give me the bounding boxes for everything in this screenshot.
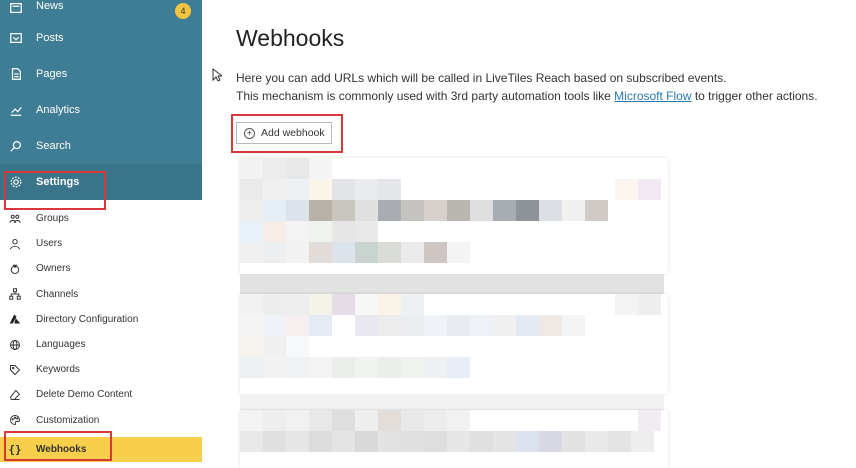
submenu-item-label: Delete Demo Content	[36, 389, 133, 401]
gear-icon	[8, 174, 24, 190]
globe-icon	[8, 338, 22, 352]
sidebar: News 4 Posts Pages Analytics Search Sett…	[0, 0, 202, 468]
analytics-icon	[8, 102, 24, 118]
card-separator	[240, 394, 664, 410]
webhook-card[interactable]	[240, 294, 668, 394]
news-count-badge: 4	[175, 3, 191, 19]
plus-circle-icon: +	[244, 127, 255, 139]
add-webhook-button[interactable]: + Add webhook	[236, 122, 332, 144]
submenu-item-webhooks[interactable]: {} Webhooks	[0, 436, 202, 462]
main-nav: News 4 Posts Pages Analytics Search Sett…	[0, 0, 202, 200]
eraser-icon	[8, 388, 22, 402]
nav-item-search[interactable]: Search	[0, 128, 202, 164]
webhook-card[interactable]	[240, 158, 668, 274]
page-description: Here you can add URLs which will be call…	[236, 69, 818, 105]
nav-item-settings[interactable]: Settings	[0, 164, 202, 200]
add-webhook-label: Add webhook	[261, 127, 325, 139]
submenu-item-label: Keywords	[36, 364, 80, 376]
webhook-card[interactable]	[240, 410, 668, 468]
nav-item-news[interactable]: News 4	[0, 0, 202, 20]
nav-item-label: Search	[36, 140, 71, 152]
groups-icon	[8, 212, 22, 226]
page-title: Webhooks	[236, 25, 345, 51]
pages-icon	[8, 66, 24, 82]
braces-icon: {}	[8, 442, 22, 456]
submenu-item-channels[interactable]: Channels	[0, 282, 202, 307]
submenu-item-directory-configuration[interactable]: Directory Configuration	[0, 307, 202, 332]
submenu-item-delete-demo-content[interactable]: Delete Demo Content	[0, 382, 202, 407]
main-content: Webhooks Here you can add URLs which wil…	[202, 0, 856, 468]
search-icon	[8, 138, 24, 154]
submenu-item-users[interactable]: Users	[0, 231, 202, 256]
nav-item-posts[interactable]: Posts	[0, 20, 202, 56]
mouse-cursor-icon	[212, 68, 222, 82]
description-text: to trigger other actions.	[691, 89, 818, 103]
posts-icon	[8, 30, 24, 46]
microsoft-flow-link[interactable]: Microsoft Flow	[614, 89, 691, 103]
submenu-item-label: Directory Configuration	[36, 313, 139, 325]
tag-icon	[8, 363, 22, 377]
nav-item-label: Settings	[36, 176, 80, 188]
nav-item-label: Posts	[36, 32, 64, 44]
settings-submenu: Groups Users Owners Channels Directory C…	[0, 200, 202, 462]
description-text: This mechanism is commonly used with 3rd…	[236, 89, 615, 103]
nav-item-analytics[interactable]: Analytics	[0, 92, 202, 128]
submenu-item-keywords[interactable]: Keywords	[0, 357, 202, 382]
submenu-item-label: Channels	[36, 288, 79, 300]
nav-item-label: Pages	[36, 68, 68, 80]
submenu-item-languages[interactable]: Languages	[0, 332, 202, 357]
submenu-item-owners[interactable]: Owners	[0, 256, 202, 281]
submenu-item-label: Groups	[36, 213, 69, 225]
submenu-item-label: Owners	[36, 263, 71, 275]
users-icon	[8, 237, 22, 251]
palette-icon	[8, 413, 22, 427]
card-separator	[240, 274, 664, 294]
channels-icon	[8, 287, 22, 301]
nav-item-pages[interactable]: Pages	[0, 56, 202, 92]
nav-item-label: Analytics	[36, 104, 81, 116]
submenu-item-customization[interactable]: Customization	[0, 408, 202, 433]
description-line-2: This mechanism is commonly used with 3rd…	[236, 87, 818, 105]
azure-icon	[8, 312, 22, 326]
submenu-item-label: Users	[36, 238, 63, 250]
submenu-item-label: Languages	[36, 339, 86, 351]
submenu-item-groups[interactable]: Groups	[0, 206, 202, 231]
description-line-1: Here you can add URLs which will be call…	[236, 71, 727, 85]
news-icon	[8, 0, 24, 16]
nav-item-label: News	[36, 0, 64, 12]
owners-icon	[8, 262, 22, 276]
submenu-item-label: Webhooks	[36, 443, 87, 455]
submenu-item-label: Customization	[36, 414, 100, 426]
